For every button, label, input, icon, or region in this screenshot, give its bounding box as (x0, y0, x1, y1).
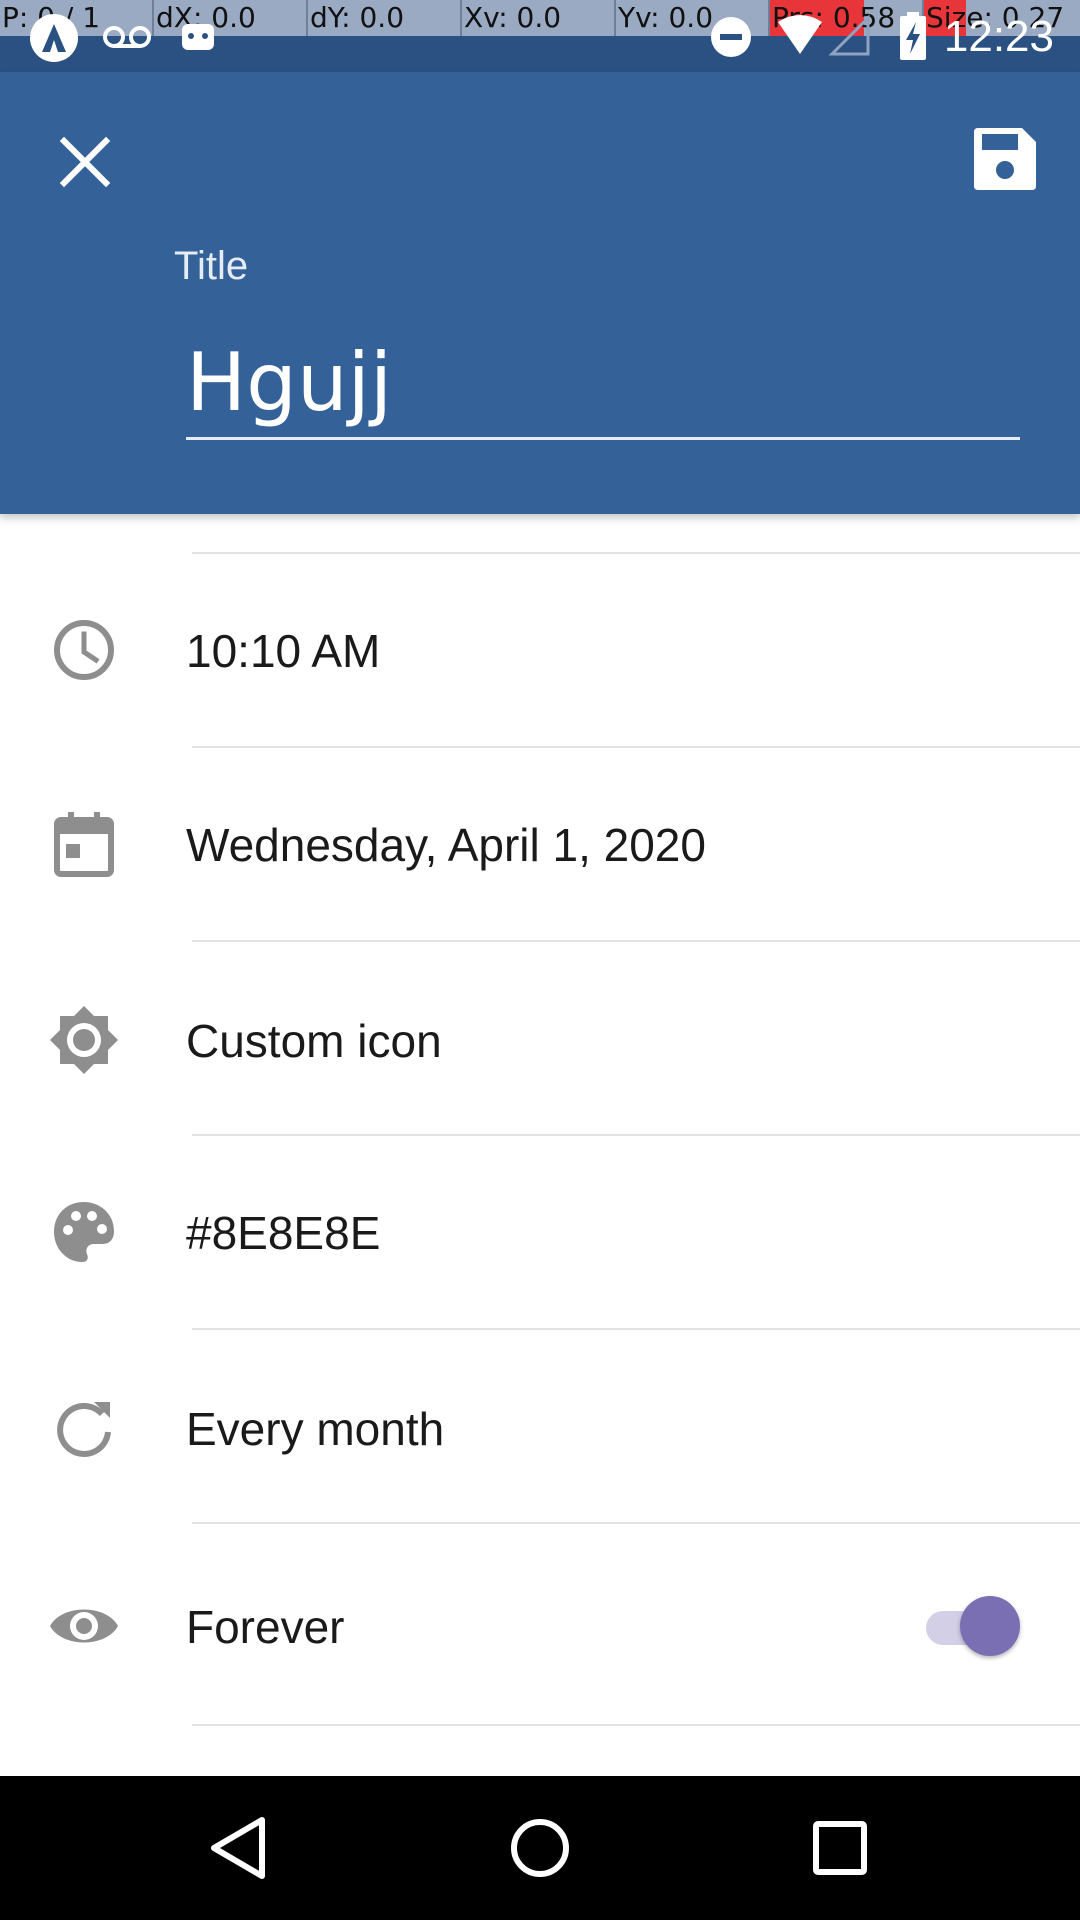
brightness-icon (50, 1006, 118, 1074)
clock-time: 12:23 (943, 12, 1054, 61)
calendar-icon (54, 812, 114, 877)
app-icon (30, 14, 78, 62)
divider (192, 1724, 1080, 1726)
repeat-label: Every month (186, 1403, 445, 1455)
debug-xv: Xv: 0.0 (460, 0, 561, 36)
forever-toggle[interactable] (926, 1596, 1022, 1656)
wifi-icon (778, 15, 822, 54)
time-label: 10:10 AM (186, 625, 381, 677)
save-icon[interactable] (970, 124, 1040, 194)
voicemail-icon (103, 26, 151, 48)
debug-dy: dY: 0.0 (306, 0, 404, 36)
close-icon[interactable] (50, 127, 120, 197)
title-field-label: Title (174, 244, 249, 288)
custom-icon-label: Custom icon (186, 1015, 442, 1067)
home-icon[interactable] (500, 1808, 580, 1888)
navigation-bar (0, 1776, 1080, 1920)
custom-icon-row[interactable]: Custom icon (0, 942, 1080, 1134)
do-not-disturb-icon (711, 17, 751, 57)
time-row[interactable]: 10:10 AM (0, 554, 1080, 746)
repeat-row[interactable]: Every month (0, 1330, 1080, 1522)
date-row[interactable]: Wednesday, April 1, 2020 (0, 748, 1080, 940)
date-label: Wednesday, April 1, 2020 (186, 819, 706, 871)
battery-charging-icon (900, 12, 926, 60)
visibility-label: Forever (186, 1601, 345, 1653)
repeat-icon (57, 1402, 111, 1457)
editor-header: Title (0, 72, 1080, 514)
recents-icon[interactable] (800, 1808, 880, 1888)
color-label: #8E8E8E (186, 1207, 381, 1259)
palette-icon (54, 1202, 114, 1262)
debug-yv: Yv: 0.0 (614, 0, 713, 36)
signal-icon (828, 14, 870, 56)
status-bar: P: 0 / 1 dX: 0.0 dY: 0.0 Xv: 0.0 Yv: 0.0… (0, 0, 1080, 72)
eye-icon (50, 1609, 118, 1643)
visibility-row[interactable]: Forever (0, 1524, 1080, 1724)
title-input[interactable] (186, 327, 1020, 440)
android-icon (182, 24, 214, 50)
back-icon[interactable] (200, 1808, 280, 1888)
clock-icon (54, 620, 114, 680)
color-row[interactable]: #8E8E8E (0, 1136, 1080, 1328)
toggle-thumb (960, 1596, 1020, 1656)
